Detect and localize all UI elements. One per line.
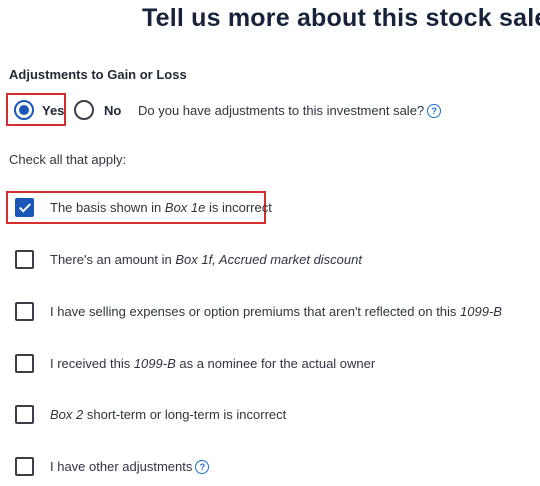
option-accrued-market-discount[interactable]: There's an amount in Box 1f, Accrued mar…: [6, 243, 526, 277]
question-text: Do you have adjustments to this investme…: [138, 103, 425, 118]
checkbox[interactable]: [15, 457, 34, 476]
option-other-adjustments[interactable]: I have other adjustments?: [6, 450, 526, 484]
checkbox[interactable]: [15, 405, 34, 424]
yes-radio[interactable]: [14, 100, 34, 120]
option-label: I received this 1099-B as a nominee for …: [50, 356, 376, 371]
checkbox[interactable]: [15, 198, 34, 217]
help-icon[interactable]: ?: [427, 103, 442, 118]
option-label: There's an amount in Box 1f, Accrued mar…: [50, 252, 362, 267]
option-label: The basis shown in Box 1e is incorrect: [50, 200, 272, 215]
no-label[interactable]: No: [104, 103, 121, 118]
checkbox[interactable]: [15, 302, 34, 321]
adjustments-question: Do you have adjustments to this investme…: [138, 103, 442, 119]
check-all-instruction: Check all that apply:: [9, 152, 127, 167]
checkbox[interactable]: [15, 250, 34, 269]
option-label: Box 2 short-term or long-term is incorre…: [50, 407, 287, 422]
section-label: Adjustments to Gain or Loss: [9, 67, 187, 82]
yes-label[interactable]: Yes: [42, 103, 64, 118]
checkbox[interactable]: [15, 354, 34, 373]
option-box2-term-incorrect[interactable]: Box 2 short-term or long-term is incorre…: [6, 398, 526, 432]
option-nominee[interactable]: I received this 1099-B as a nominee for …: [6, 347, 526, 381]
option-label: I have other adjustments?: [50, 459, 210, 475]
no-radio[interactable]: [74, 100, 94, 120]
option-selling-expenses[interactable]: I have selling expenses or option premiu…: [6, 295, 526, 329]
option-basis-incorrect[interactable]: The basis shown in Box 1e is incorrect: [6, 191, 526, 225]
help-icon[interactable]: ?: [195, 459, 210, 474]
page-title: Tell us more about this stock sale: [142, 4, 540, 32]
option-label: I have selling expenses or option premiu…: [50, 304, 502, 319]
adjustments-radio-group: Yes No Do you have adjustments to this i…: [6, 93, 526, 128]
